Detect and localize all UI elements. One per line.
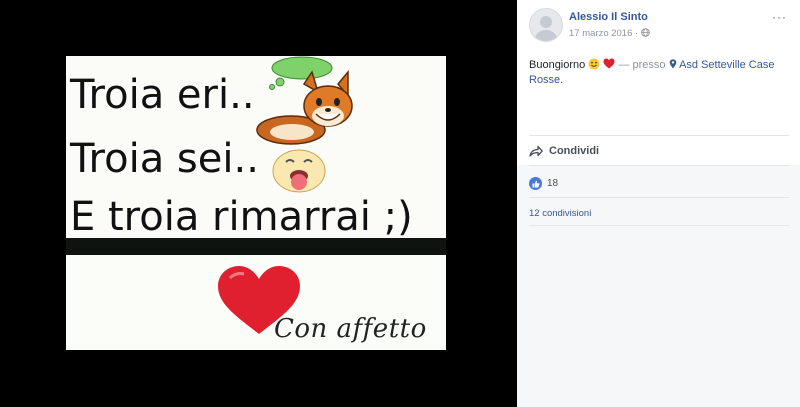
post-date[interactable]: 17 marzo 2016 <box>569 28 632 39</box>
like-count-value: 18 <box>547 178 559 189</box>
presso-text: — presso <box>618 59 666 71</box>
divider <box>529 197 789 198</box>
divider <box>529 135 789 136</box>
divider <box>529 225 789 226</box>
photo-line-1: Troia eri.. <box>70 72 255 118</box>
globe-icon[interactable] <box>641 28 650 37</box>
share-arrow-icon <box>529 145 543 157</box>
photo-line-2: Troia sei.. <box>70 136 259 182</box>
like-count[interactable]: 18 <box>529 177 558 190</box>
share-label: Condividi <box>549 145 600 157</box>
reactions-area <box>517 165 800 407</box>
post-meta: 17 marzo 2016 · <box>569 28 650 39</box>
photo-footer-text: Con affetto <box>274 314 427 344</box>
smile-emoji-icon <box>588 58 600 70</box>
corgi-dog-icon <box>256 70 353 145</box>
share-button[interactable]: Condividi <box>529 145 599 157</box>
avatar[interactable] <box>529 8 563 42</box>
photo-line-3: E troia rimarrai ;) <box>70 194 413 240</box>
red-heart-emoji-icon <box>603 58 615 69</box>
post-body-text: Buongiorno <box>529 59 586 71</box>
divider <box>529 165 789 166</box>
post-details-panel: Alessio Il Sinto 17 marzo 2016 · ··· Buo… <box>517 0 800 407</box>
like-icon <box>529 177 542 190</box>
photo-viewer: Troia eri.. Troia sei.. E troia rimarrai… <box>0 0 517 407</box>
post-options-button[interactable]: ··· <box>772 10 787 24</box>
post-photo[interactable]: Troia eri.. Troia sei.. E troia rimarrai… <box>66 56 446 350</box>
post-author-link[interactable]: Alessio Il Sinto <box>569 11 648 23</box>
location-pin-icon <box>669 59 676 69</box>
tongue-face-emoji-icon <box>272 149 326 193</box>
default-avatar-icon <box>535 16 557 41</box>
photo-divider-bar <box>66 238 446 255</box>
shares-count-link[interactable]: 12 condivisioni <box>529 208 591 219</box>
post-text: Buongiorno — presso Asd Setteville Case … <box>529 58 789 88</box>
